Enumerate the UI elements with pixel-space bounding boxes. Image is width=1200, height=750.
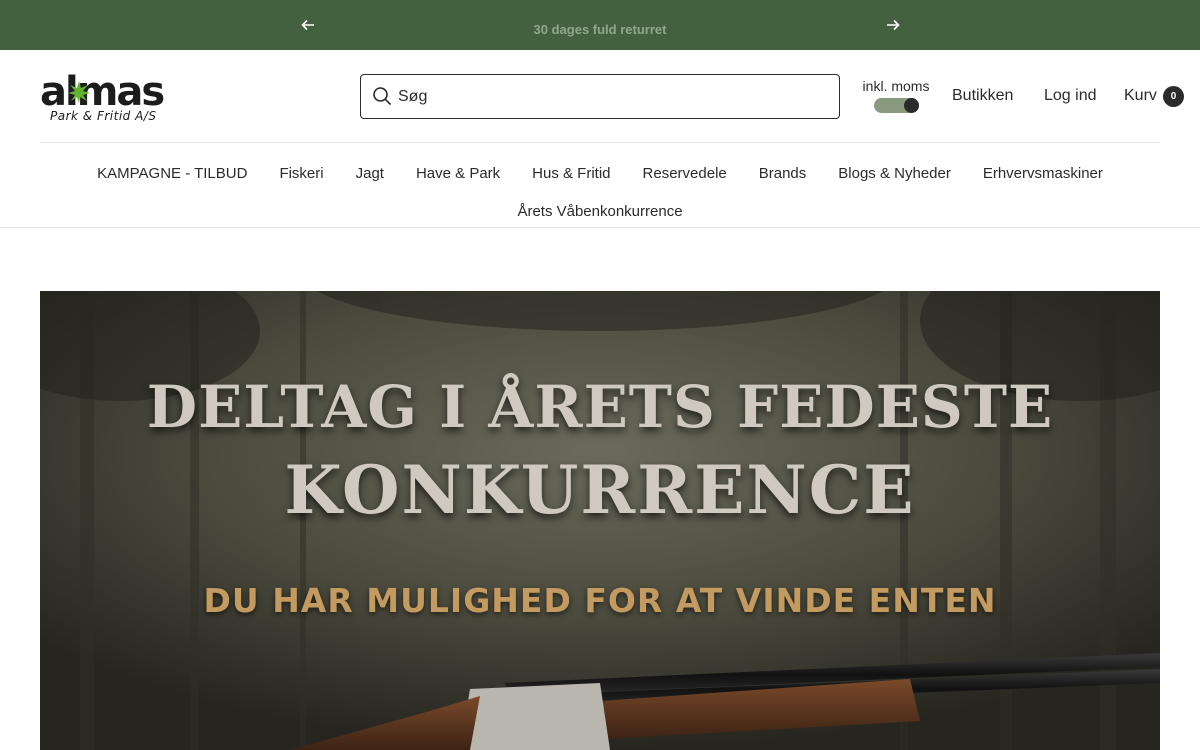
hero-headline-line2: KONKURRENCE	[284, 451, 916, 529]
toggle-knob	[904, 98, 919, 113]
nav-row: KAMPAGNE - TILBUD Fiskeri Jagt Have & Pa…	[40, 154, 1160, 192]
search-box[interactable]	[360, 74, 840, 119]
main-navigation: KAMPAGNE - TILBUD Fiskeri Jagt Have & Pa…	[40, 154, 1160, 230]
nav-item-fiskeri[interactable]: Fiskeri	[279, 165, 323, 182]
nav-item-hus-fritid[interactable]: Hus & Fritid	[532, 165, 610, 182]
hero-headline-line1: DELTAG I ÅRETS FEDESTE	[146, 373, 1054, 441]
arrow-right-icon[interactable]	[881, 13, 905, 37]
arrow-left-icon[interactable]	[296, 13, 320, 37]
login-link[interactable]: Log ind	[1044, 87, 1097, 105]
announcement-message: 30 dages fuld returret	[533, 22, 667, 37]
leaf-icon	[68, 81, 90, 103]
cart-link[interactable]: Kurv	[1124, 87, 1157, 105]
nav-item-brands[interactable]: Brands	[759, 165, 807, 182]
search-icon	[373, 87, 392, 106]
hero-subheadline: DU HAR MULIGHED FOR AT VINDE ENTEN	[203, 581, 997, 620]
site-header: almas Park & Fritid A/S inkl. moms Butik…	[0, 50, 1200, 228]
cart-count-badge[interactable]: 0	[1163, 86, 1184, 107]
nav-item-jagt[interactable]: Jagt	[356, 165, 384, 182]
vat-switch: inkl. moms	[856, 78, 936, 116]
logo-subtitle: Park & Fritid A/S	[50, 109, 157, 123]
vat-toggle[interactable]	[874, 98, 919, 113]
announcement-bar: 30 dages fuld returret	[0, 0, 1200, 50]
nav-item-erhvervsmaskiner[interactable]: Erhvervsmaskiner	[983, 165, 1103, 182]
site-logo[interactable]: almas Park & Fritid A/S	[40, 70, 185, 126]
nav-item-reservedele[interactable]: Reservedele	[643, 165, 727, 182]
search-input[interactable]	[398, 84, 818, 110]
nav-item-have-park[interactable]: Have & Park	[416, 165, 500, 182]
nav-item-vaabenkonkurrence[interactable]: Årets Våbenkonkurrence	[517, 203, 682, 220]
store-link[interactable]: Butikken	[952, 87, 1013, 105]
nav-item-kampagne[interactable]: KAMPAGNE - TILBUD	[97, 165, 247, 182]
vat-label: inkl. moms	[862, 78, 930, 94]
nav-row: Årets Våbenkonkurrence	[40, 192, 1160, 230]
logo-wordmark: almas	[40, 69, 165, 115]
hero-banner[interactable]: DELTAG I ÅRETS FEDESTE KONKURRENCE DU HA…	[40, 291, 1160, 750]
nav-item-blogs[interactable]: Blogs & Nyheder	[838, 165, 951, 182]
header-divider	[40, 142, 1160, 143]
